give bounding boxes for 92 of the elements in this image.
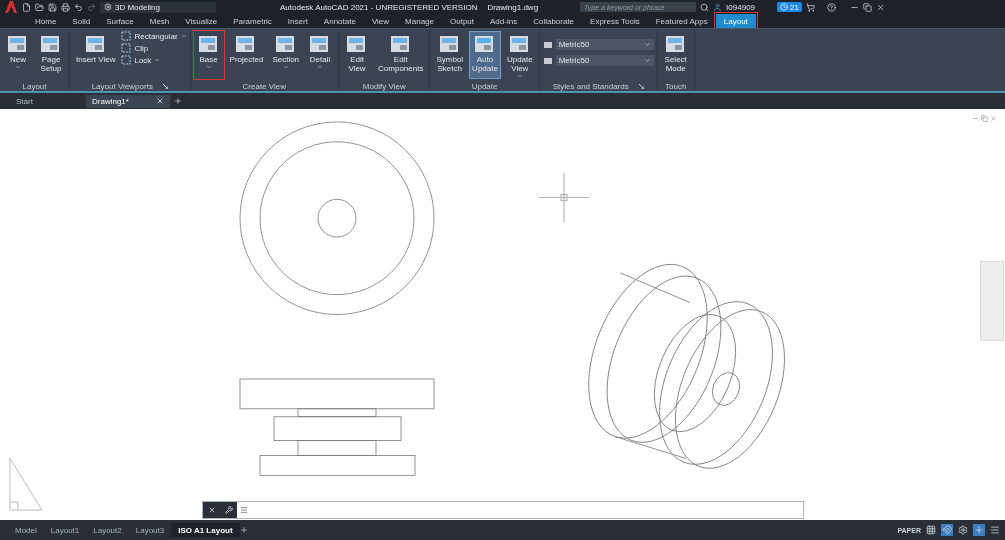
ribbon-button[interactable]: Select Mode xyxy=(660,31,691,79)
ribbon-tab[interactable]: Mesh xyxy=(141,14,178,28)
viewport-icon xyxy=(121,55,132,65)
ribbon-tab[interactable]: Insert xyxy=(279,14,316,28)
panel-title: Update xyxy=(471,81,498,91)
panel-launcher-icon[interactable] xyxy=(638,83,644,89)
panel-title: Layout xyxy=(22,81,47,91)
close-icon[interactable] xyxy=(875,2,885,12)
ribbon-tab[interactable]: Home xyxy=(27,14,65,28)
ribbon-button[interactable]: Base xyxy=(193,31,224,79)
caret-icon[interactable] xyxy=(643,41,651,48)
add-tab-icon[interactable] xyxy=(174,97,182,105)
ribbon-tab[interactable]: Visualize xyxy=(177,14,226,28)
window-title: Autodesk AutoCAD 2021 - UNREGISTERED VERSION xyxy=(280,2,478,12)
ribbon-button[interactable]: Page Setup xyxy=(36,31,66,79)
ribbon-tab[interactable]: Parametric xyxy=(225,14,280,28)
add-layout-icon[interactable] xyxy=(239,526,248,534)
caret-icon[interactable] xyxy=(317,64,324,70)
ribbon-tab[interactable]: Annotate xyxy=(315,14,364,28)
restore-icon[interactable] xyxy=(862,2,872,12)
ribbon-button[interactable]: Update View xyxy=(503,31,536,79)
ribbon-small-button[interactable]: Clip xyxy=(121,43,187,53)
cart-icon[interactable] xyxy=(805,2,815,12)
style-icon xyxy=(542,39,553,50)
sheet-tab[interactable]: Model xyxy=(8,523,44,537)
caret-icon[interactable] xyxy=(154,57,161,63)
ucs-icon xyxy=(9,458,43,511)
style-dropdown[interactable]: Metric50 xyxy=(555,39,654,50)
ribbon-tab[interactable]: Output xyxy=(442,14,483,28)
crosshair-cursor xyxy=(538,172,590,223)
ribbon-tab[interactable]: Featured Apps xyxy=(647,14,716,28)
style-icon xyxy=(542,55,553,66)
ribbon-tab[interactable]: Add-ins xyxy=(482,14,526,28)
ribbon-button[interactable]: Auto Update xyxy=(469,31,501,79)
ribbon-tab[interactable]: View xyxy=(363,14,398,28)
style-dropdown[interactable]: Metric50 xyxy=(555,55,654,66)
save-icon[interactable] xyxy=(48,2,57,12)
panel-title: Styles and Standards xyxy=(552,81,629,91)
ribbon-small-button[interactable]: Rectangular xyxy=(121,31,187,41)
caret-icon[interactable] xyxy=(205,64,212,70)
sheet-tab[interactable]: Layout1 xyxy=(43,523,87,537)
print-icon[interactable] xyxy=(61,2,70,12)
caret-icon[interactable] xyxy=(643,57,651,64)
ribbon-button[interactable]: New xyxy=(3,31,33,79)
notification-badge[interactable]: 21 xyxy=(777,2,802,12)
workspace-dropdown[interactable]: 3D Modeling xyxy=(100,1,216,13)
open-icon[interactable] xyxy=(35,2,44,12)
ribbon-button[interactable]: Insert View xyxy=(73,31,119,79)
user-icon[interactable] xyxy=(713,2,723,12)
document-tab[interactable]: Start xyxy=(10,94,82,108)
panel-title: Layout Viewports xyxy=(91,81,153,91)
help-icon[interactable] xyxy=(826,2,836,12)
ribbon-button[interactable]: Symbol Sketch xyxy=(433,31,467,79)
panel-title: Create View xyxy=(242,81,287,91)
undo-icon[interactable] xyxy=(74,2,83,12)
panel-title: Touch xyxy=(665,81,687,91)
ribbon-button[interactable]: Detail xyxy=(305,31,336,79)
caret-icon[interactable] xyxy=(15,64,21,70)
viewport-icon xyxy=(121,43,132,53)
panel-title: Modify View xyxy=(362,81,406,91)
ribbon-tab[interactable]: Express Tools xyxy=(582,14,648,28)
ribbon-small-button[interactable]: Lock xyxy=(121,55,187,65)
ribbon-button[interactable]: Section xyxy=(269,31,303,79)
sheet-tab[interactable]: Layout2 xyxy=(86,523,129,537)
ribbon-tab[interactable]: Solid xyxy=(64,14,99,28)
grid-icon[interactable] xyxy=(925,524,937,536)
ribbon-tab[interactable]: Layout xyxy=(715,14,756,28)
sheet-tab[interactable]: ISO A1 Layout xyxy=(171,523,240,537)
search-icon[interactable] xyxy=(700,2,710,12)
sheet-tab[interactable]: Layout3 xyxy=(128,523,172,537)
ribbon-button[interactable]: Projected xyxy=(226,31,267,79)
snap-icon[interactable] xyxy=(941,524,953,536)
caret-icon[interactable] xyxy=(282,64,289,70)
settings-icon[interactable] xyxy=(957,524,969,536)
wrench-icon[interactable] xyxy=(224,506,233,514)
document-tab[interactable]: Drawing1* xyxy=(86,94,170,108)
user-name[interactable]: I094909 xyxy=(726,2,756,12)
close-icon[interactable] xyxy=(207,506,216,514)
caret-icon[interactable] xyxy=(516,73,523,79)
caret-icon[interactable] xyxy=(180,33,187,39)
viewport-icon xyxy=(121,31,132,41)
new-icon[interactable] xyxy=(22,2,31,12)
ribbon-tab[interactable]: Surface xyxy=(98,14,142,28)
menu-icon[interactable] xyxy=(989,524,1001,536)
app-logo[interactable] xyxy=(4,0,18,14)
panel-launcher-icon[interactable] xyxy=(162,83,168,89)
ribbon-button[interactable]: Edit View xyxy=(342,31,373,79)
file-name: Drawing1.dwg xyxy=(487,2,539,12)
ribbon-tab[interactable]: Collaborate xyxy=(525,14,583,28)
gear-icon xyxy=(104,3,112,11)
ribbon-button[interactable]: Edit Components xyxy=(375,31,427,79)
ribbon-tab[interactable]: Manage xyxy=(397,14,442,28)
